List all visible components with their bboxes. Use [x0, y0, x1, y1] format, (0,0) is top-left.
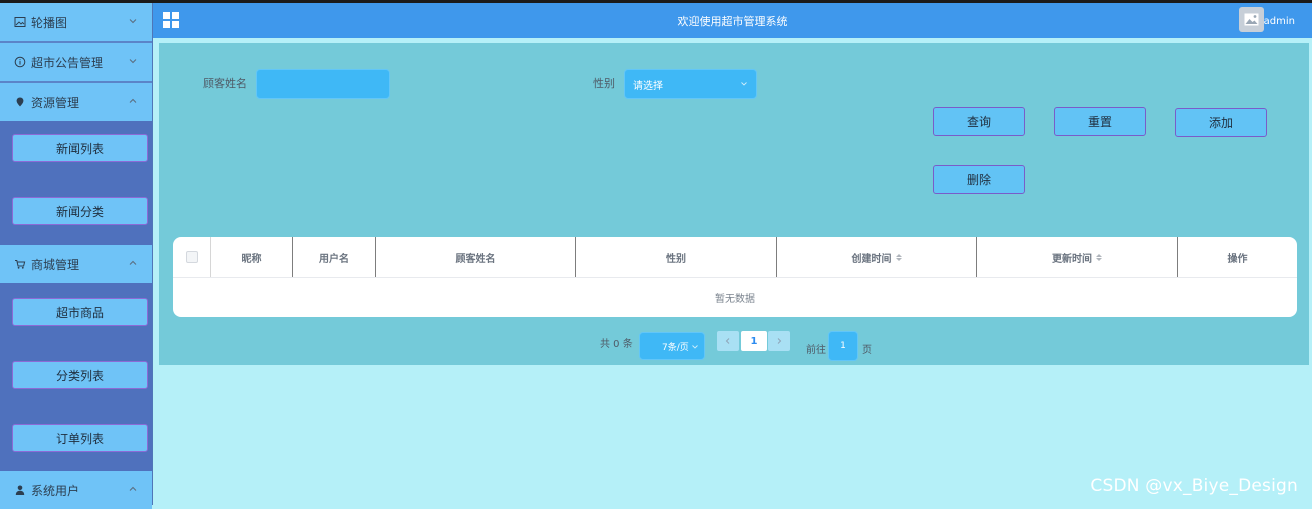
chevron-left-icon — [725, 338, 730, 344]
delete-button[interactable]: 删除 — [933, 165, 1025, 194]
sidebar-menu-notice[interactable]: 超市公告管理 — [0, 43, 152, 81]
sort-icon[interactable] — [895, 253, 902, 261]
content-panel: 顾客姓名 性别 请选择 查询 重置 添加 删除 昵称 用户名 顾客姓名 性别 创… — [159, 43, 1309, 365]
username[interactable]: admin — [1264, 16, 1295, 27]
avatar[interactable] — [1239, 7, 1264, 32]
picture-icon — [14, 16, 26, 28]
goto-prefix: 前往 — [806, 345, 826, 356]
customer-name-label: 顾客姓名 — [203, 77, 247, 90]
gender-label: 性别 — [593, 77, 615, 90]
chevron-down-icon — [741, 82, 747, 86]
column-header-label: 更新时间 — [1052, 253, 1092, 265]
watermark: CSDN @vx_Biye_Design — [1090, 476, 1298, 496]
chevron-down-icon — [129, 59, 137, 64]
sidebar-item-category-list[interactable]: 分类列表 — [12, 361, 148, 389]
info-icon — [14, 56, 26, 68]
sidebar-item-products[interactable]: 超市商品 — [12, 298, 148, 326]
sidebar-menu-carousel[interactable]: 轮播图 — [0, 3, 152, 41]
sidebar-item-order-list[interactable]: 订单列表 — [12, 424, 148, 452]
goto-suffix: 页 — [862, 345, 872, 356]
sort-icon[interactable] — [1096, 253, 1102, 261]
page-size-value: 7条/页 — [662, 342, 689, 353]
select-all-cell — [173, 237, 211, 277]
sidebar-menu-mall[interactable]: 商城管理 — [0, 245, 152, 283]
table-header: 昵称 用户名 顾客姓名 性别 创建时间 更新时间 操作 — [173, 237, 1297, 278]
gender-select[interactable]: 请选择 — [624, 69, 757, 99]
sidebar-menu-label: 轮播图 — [31, 15, 68, 30]
pagination-total: 共 0 条 — [600, 339, 633, 350]
column-header-sortable[interactable]: 创建时间 — [777, 237, 977, 277]
sidebar: 轮播图 超市公告管理 资源管理 新闻列表 新闻分类 商城管理 超市商品 分类列表… — [0, 3, 153, 509]
chevron-up-icon — [129, 486, 137, 491]
add-button[interactable]: 添加 — [1175, 108, 1267, 137]
prev-page-button[interactable] — [717, 331, 739, 351]
select-all-checkbox[interactable] — [185, 251, 198, 263]
column-header-sortable[interactable]: 更新时间 — [977, 237, 1178, 277]
top-header: 欢迎使用超市管理系统 admin — [153, 3, 1312, 38]
sidebar-menu-label: 系统用户 — [31, 483, 80, 498]
data-table: 昵称 用户名 顾客姓名 性别 创建时间 更新时间 操作 暂无数据 — [173, 237, 1297, 317]
gender-select-placeholder: 请选择 — [633, 80, 663, 92]
sidebar-submenu-resource: 新闻列表 新闻分类 — [0, 121, 152, 245]
column-header: 顾客姓名 — [376, 237, 576, 277]
customer-name-input[interactable] — [256, 69, 390, 99]
chevron-down-icon — [129, 19, 137, 24]
cart-icon — [14, 258, 26, 270]
location-icon — [14, 96, 26, 108]
chevron-up-icon — [129, 98, 137, 103]
sidebar-menu-resource[interactable]: 资源管理 — [0, 83, 152, 121]
image-icon — [1244, 13, 1259, 26]
sidebar-item-news-category[interactable]: 新闻分类 — [12, 197, 148, 225]
sidebar-menu-label: 超市公告管理 — [31, 55, 104, 70]
table-empty-text: 暂无数据 — [715, 294, 755, 305]
sidebar-item-news-list[interactable]: 新闻列表 — [12, 134, 148, 162]
sidebar-menu-system-user[interactable]: 系统用户 — [0, 471, 152, 509]
column-header: 操作 — [1227, 253, 1248, 265]
sidebar-menu-label: 资源管理 — [31, 95, 80, 110]
chevron-up-icon — [129, 260, 137, 265]
column-header: 昵称 — [211, 237, 293, 277]
page-size-select[interactable]: 7条/页 — [639, 332, 705, 360]
page-title: 欢迎使用超市管理系统 — [677, 15, 788, 28]
page-number-current[interactable]: 1 — [741, 331, 767, 351]
chevron-right-icon — [777, 338, 782, 344]
sidebar-menu-label: 商城管理 — [31, 257, 80, 272]
user-icon — [14, 484, 26, 496]
column-header: 用户名 — [293, 237, 376, 277]
reset-button[interactable]: 重置 — [1054, 107, 1146, 136]
column-header: 性别 — [576, 237, 777, 277]
next-page-button[interactable] — [768, 331, 790, 351]
query-button[interactable]: 查询 — [933, 107, 1025, 136]
column-header-label: 创建时间 — [851, 253, 892, 265]
chevron-down-icon — [692, 345, 698, 349]
sidebar-submenu-mall: 超市商品 分类列表 订单列表 — [0, 283, 152, 471]
goto-page-input[interactable]: 1 — [828, 331, 858, 361]
